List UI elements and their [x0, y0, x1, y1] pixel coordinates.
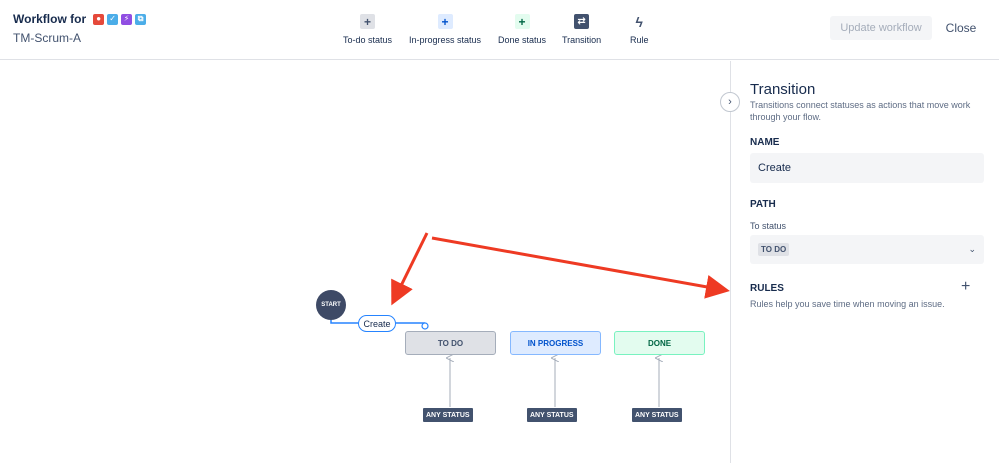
- add-rule-button[interactable]: +: [961, 279, 970, 295]
- workflow-canvas[interactable]: [0, 61, 730, 463]
- plus-icon: +: [514, 14, 530, 29]
- path-label: PATH: [750, 199, 776, 210]
- status-lozenge: TO DO: [758, 243, 790, 256]
- update-workflow-button[interactable]: Update workflow: [830, 16, 932, 40]
- close-button[interactable]: Close: [940, 16, 982, 40]
- todo-status-tool[interactable]: + To-do status: [343, 14, 392, 45]
- status-todo[interactable]: TO DO: [405, 331, 496, 355]
- any-status-in-progress[interactable]: ANY STATUS: [527, 408, 577, 422]
- to-status-select[interactable]: TO DO ⌄: [750, 235, 984, 264]
- panel-title: Transition: [750, 81, 816, 98]
- panel-description: Transitions connect statuses as actions …: [750, 100, 971, 122]
- name-field[interactable]: [750, 153, 984, 183]
- lightning-icon: ϟ: [635, 13, 643, 30]
- tool-label: Rule: [630, 35, 649, 45]
- chevron-down-icon: ⌄: [968, 244, 976, 254]
- inprogress-status-tool[interactable]: + In-progress status: [409, 14, 481, 45]
- collapse-panel-button[interactable]: ›: [720, 92, 740, 112]
- transition-icon: ⇄: [574, 14, 590, 29]
- plus-icon: +: [437, 14, 453, 29]
- to-status-label: To status: [750, 221, 787, 231]
- project-name: TM-Scrum-A: [13, 31, 81, 45]
- tool-label: To-do status: [343, 35, 393, 45]
- start-node[interactable]: START: [316, 290, 346, 320]
- name-label: NAME: [750, 137, 780, 148]
- rules-description: Rules help you save time when moving an …: [750, 299, 945, 309]
- tool-label: Done status: [498, 35, 547, 45]
- transition-panel: Transition Transitions connect statuses …: [730, 61, 999, 463]
- tool-label: Transition: [562, 35, 602, 45]
- subtask-type-icon: ⧉: [135, 13, 147, 25]
- chevron-right-icon: ›: [728, 96, 732, 108]
- epic-type-icon: ⚡: [121, 13, 133, 25]
- status-done[interactable]: DONE: [614, 331, 705, 355]
- transition-tool[interactable]: ⇄ Transition: [562, 14, 601, 45]
- title-row: Workflow for ● ✓ ⚡ ⧉: [13, 12, 147, 26]
- page-title: Workflow for: [13, 12, 87, 26]
- workflow-header: Workflow for ● ✓ ⚡ ⧉ TM-Scrum-A + To-do …: [0, 0, 999, 60]
- tool-label: In-progress status: [409, 35, 482, 45]
- done-status-tool[interactable]: + Done status: [498, 14, 546, 45]
- bug-type-icon: ●: [93, 13, 105, 25]
- create-transition[interactable]: Create: [358, 315, 396, 332]
- task-type-icon: ✓: [107, 13, 119, 25]
- any-status-todo[interactable]: ANY STATUS: [423, 408, 473, 422]
- plus-icon: +: [360, 14, 376, 29]
- status-in-progress[interactable]: IN PROGRESS: [510, 331, 601, 355]
- any-status-done[interactable]: ANY STATUS: [632, 408, 682, 422]
- rule-tool[interactable]: ϟ Rule: [630, 13, 649, 46]
- rules-label: RULES: [750, 283, 784, 294]
